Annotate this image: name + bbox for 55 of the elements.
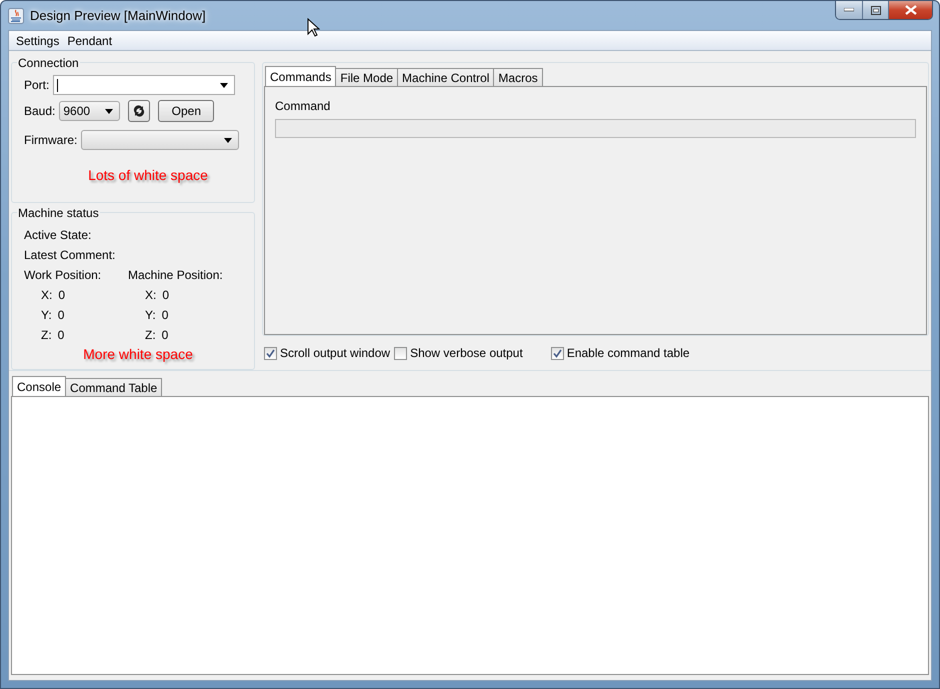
annotation-text: More white space [83,346,193,362]
axis-label: Z: [41,328,52,342]
caret-icon [224,138,232,142]
checkbox[interactable] [550,346,564,360]
axis-label: Y: [145,308,156,322]
caret-icon [105,108,114,114]
axis-value: 0 [58,328,64,342]
axis-label: X: [41,288,52,302]
menu-item[interactable]: Pendant [63,34,116,48]
command-field[interactable] [275,119,916,138]
group-title: Machine status [17,206,100,220]
refresh-icon [132,104,146,118]
annotation-text: Lots of white space [88,167,208,183]
position-label: Work Position: [24,268,102,282]
axis-label: X: [145,288,156,302]
caret-icon [220,82,228,88]
group-title: Connection [17,56,80,70]
axis-value: 0 [162,328,168,342]
checkbox[interactable] [264,346,277,360]
checkbox-label: Enable command table [566,346,690,360]
open-button[interactable]: Open [158,100,214,122]
tab[interactable]: Command Table [65,378,162,396]
app-icon [8,8,24,24]
checkbox-label: Show verbose output [410,346,523,360]
axis-label: Z: [145,328,156,342]
baud-combo[interactable]: 9600 [59,101,120,121]
tab[interactable]: Machine Control [397,68,494,86]
tab[interactable]: File Mode [335,68,398,86]
minimize-button[interactable] [836,1,862,19]
axis-value: 0 [162,288,170,302]
checkbox-label: Scroll output window [280,346,390,360]
tab[interactable]: Macros [493,68,543,86]
tab[interactable]: Console [12,376,66,396]
axis-value: 0 [58,308,64,322]
port-label: Port: [24,78,50,92]
menu-item[interactable]: Settings [12,34,64,48]
mouse-pointer-icon [307,18,320,38]
minimize-icon [844,8,854,12]
refresh-button[interactable] [128,100,150,122]
axis-value: 0 [58,288,66,302]
checkbox[interactable] [394,346,408,360]
maximize-icon [870,6,880,14]
firmware-label: Firmware: [24,133,78,147]
axis-label: Y: [41,308,52,322]
command-label: Command [275,99,332,113]
maximize-button[interactable] [862,1,888,19]
close-button[interactable] [888,1,932,19]
axis-value: 0 [162,308,168,322]
baud-label: Baud: [24,104,56,118]
tab[interactable]: Commands [265,66,336,86]
window-title: Design Preview [MainWindow] [30,8,206,23]
close-icon [904,5,916,15]
status-label: Active State: [24,228,92,242]
status-label: Latest Comment: [24,248,116,262]
position-label: Machine Position: [128,268,223,282]
